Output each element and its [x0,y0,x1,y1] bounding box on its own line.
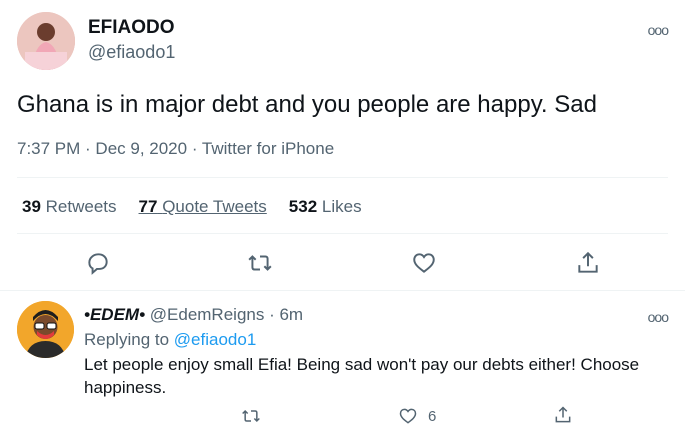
retweet-icon[interactable] [247,250,273,276]
reply-author[interactable]: •EDEM• @EdemReigns · 6m [84,305,303,325]
likes-label: Likes [321,197,362,216]
likes-stat[interactable]: 532 Likes [289,197,362,217]
reply-icon[interactable] [85,250,111,276]
reply-like-count: 6 [428,408,437,425]
tweet-stats: 39 Retweets 77 Quote Tweets 532 Likes [22,197,384,217]
retweets-count: 39 [22,197,41,216]
retweets-label: Retweets [45,197,117,216]
replying-prefix: Replying to [84,330,170,349]
avatar[interactable] [17,12,75,70]
avatar[interactable] [17,301,74,358]
divider [0,290,685,291]
share-icon[interactable] [575,250,601,276]
reply-handle-time: @EdemReigns · 6m [149,305,304,324]
replying-to: Replying to @efiaodo1 [84,330,256,350]
quote-label: Quote Tweets [162,197,267,216]
share-icon[interactable] [553,405,573,425]
replying-handle-link[interactable]: @efiaodo1 [174,330,257,349]
likes-count: 532 [288,197,318,216]
retweets-stat[interactable]: 39 Retweets [22,197,117,217]
user-handle[interactable]: @efiaodo1 [88,42,175,63]
tweet-metadata: 7:37 PM · Dec 9, 2020 · Twitter for iPho… [17,139,335,158]
quote-tweets-stat[interactable]: 77 Quote Tweets [139,197,267,217]
tweet-text: Ghana is in major debt and you people ar… [17,91,597,118]
retweet-icon[interactable] [241,406,261,426]
reply-text: Let people enjoy small Efia! Being sad w… [84,355,640,397]
like-icon[interactable] [398,406,418,426]
divider [17,233,668,234]
divider [17,177,668,178]
more-options-icon[interactable]: ooo [648,309,669,325]
display-name[interactable]: EFIAODO [88,17,175,39]
like-icon[interactable] [411,250,437,276]
quote-count: 77 [138,197,158,216]
reply-display-name[interactable]: •EDEM• [84,305,145,324]
more-options-icon[interactable]: ooo [648,22,669,38]
